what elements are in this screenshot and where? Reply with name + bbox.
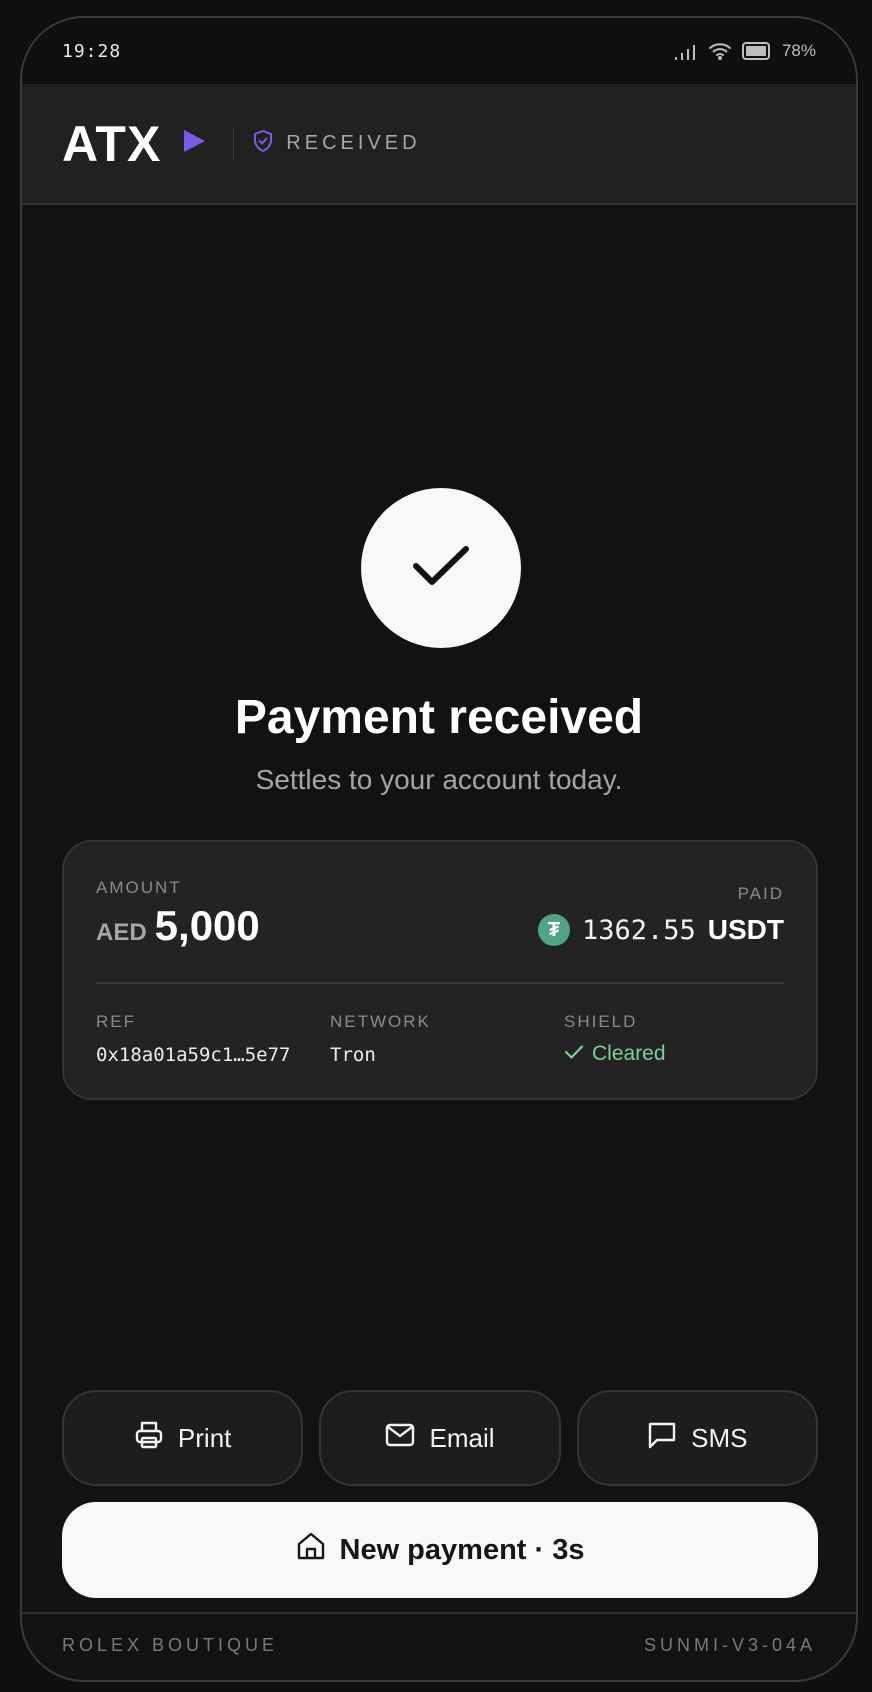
message-icon — [647, 1421, 677, 1456]
device-id: SUNMI-V3-04A — [643, 1634, 816, 1655]
amount-value: 5,000 — [154, 902, 260, 949]
new-payment-label: New payment · 3s — [339, 1533, 585, 1566]
status-label: RECEIVED — [286, 132, 421, 154]
mail-icon — [385, 1423, 415, 1454]
amount-label: AMOUNT — [96, 878, 182, 897]
page-subtitle: Settles to your account today. — [255, 764, 623, 795]
play-icon — [161, 128, 207, 159]
payment-summary-card: AMOUNT AED 5,000 PAID ₮ 1362.55 USDT REF… — [62, 840, 818, 1100]
status-bar: 19:28 78% — [22, 18, 856, 84]
ref-column: REF 0x18a01a59c1…5e77 — [96, 1012, 290, 1066]
check-icon — [564, 1042, 584, 1066]
app-header: ATX RECEIVED — [22, 84, 856, 205]
signal-icon — [674, 42, 698, 60]
device-frame: 19:28 78% ATX RECEIVED Payment received … — [20, 16, 858, 1682]
network-value: Tron — [330, 1044, 376, 1066]
battery-level: 78% — [781, 41, 816, 60]
amount-currency: AED — [96, 919, 147, 946]
network-label: NETWORK — [330, 1012, 431, 1031]
merchant-name: ROLEX BOUTIQUE — [62, 1634, 279, 1655]
network-column: NETWORK Tron — [330, 1012, 431, 1066]
status-time: 19:28 — [62, 40, 122, 62]
amount-display: AED 5,000 — [96, 902, 260, 950]
transaction-status: RECEIVED — [252, 129, 420, 158]
app-logo: ATX — [62, 115, 162, 172]
status-indicators: 78% — [674, 41, 816, 61]
header-divider — [233, 127, 235, 160]
ref-value: 0x18a01a59c1…5e77 — [96, 1044, 291, 1066]
checkmark-icon — [411, 544, 471, 593]
shield-label: SHIELD — [564, 1012, 638, 1031]
shield-column: SHIELD Cleared — [564, 1012, 666, 1066]
ref-label: REF — [96, 1012, 136, 1031]
print-button[interactable]: Print — [62, 1390, 304, 1486]
success-badge — [361, 488, 521, 648]
home-icon — [296, 1531, 326, 1569]
card-divider — [96, 982, 784, 984]
shield-status: Cleared — [564, 1042, 666, 1066]
paid-currency: USDT — [707, 914, 784, 945]
battery-icon — [741, 42, 772, 60]
sms-button[interactable]: SMS — [576, 1390, 818, 1486]
shield-value: Cleared — [592, 1042, 666, 1065]
new-payment-button[interactable]: New payment · 3s — [62, 1502, 818, 1598]
print-label: Print — [177, 1422, 232, 1453]
wifi-icon — [708, 42, 732, 60]
page-title: Payment received — [234, 691, 644, 744]
paid-value: 1362.55 — [581, 914, 696, 946]
footer: ROLEX BOUTIQUE SUNMI-V3-04A — [22, 1612, 856, 1680]
paid-display: ₮ 1362.55 USDT — [537, 914, 784, 946]
shield-check-icon — [252, 129, 274, 158]
email-label: Email — [429, 1422, 495, 1453]
paid-label: PAID — [737, 884, 784, 903]
receipt-actions: Print Email SMS — [62, 1390, 818, 1486]
sms-label: SMS — [691, 1422, 748, 1453]
printer-icon — [134, 1420, 164, 1457]
tether-icon: ₮ — [537, 914, 570, 946]
email-button[interactable]: Email — [319, 1390, 561, 1486]
